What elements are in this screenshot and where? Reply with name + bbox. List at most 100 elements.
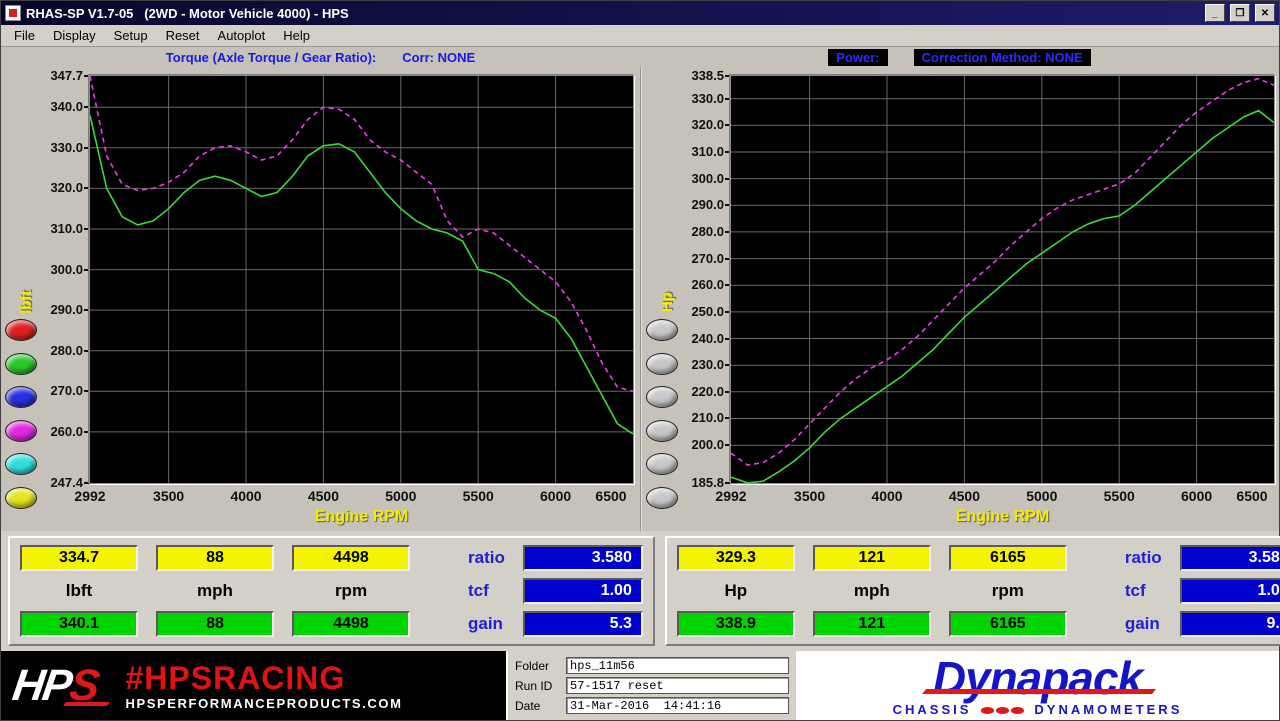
power-x-axis-label: Engine RPM xyxy=(731,508,1274,526)
minimize-button[interactable]: _ xyxy=(1205,4,1225,22)
run-id-row: Run ID xyxy=(515,677,789,694)
power-y-axis-ticks: 338.5330.0320.0310.0300.0290.0280.0270.0… xyxy=(670,76,724,483)
run-info-fields: Folder Run ID Date xyxy=(506,651,796,720)
power-value-box: 329.3 xyxy=(677,545,795,571)
y-tick-label: 240.0 xyxy=(670,331,724,346)
power-speed-box: 121 xyxy=(813,545,931,571)
folder-input[interactable] xyxy=(566,657,789,674)
y-tick-label: 320.0 xyxy=(670,117,724,132)
y-tick-label: 300.0 xyxy=(29,262,83,277)
hps-branding: HPS #HPSRACING HPSPERFORMANCEPRODUCTS.CO… xyxy=(1,651,506,720)
x-tick-label: 5500 xyxy=(1089,488,1149,504)
title-bar: RHAS-SP V1.7-05 (2WD - Motor Vehicle 400… xyxy=(1,1,1279,25)
torque-rpm-unit-label: rpm xyxy=(292,581,410,601)
power-tcf-label: tcf xyxy=(1085,581,1162,601)
torque-speed-box: 88 xyxy=(156,545,274,571)
torque-gain-value: 5.3 xyxy=(523,611,643,637)
x-tick-label: 6500 xyxy=(581,488,641,504)
menu-bar: File Display Setup Reset Autoplot Help xyxy=(1,25,1279,47)
y-tick-label: 310.0 xyxy=(670,144,724,159)
power-header-title: Power: xyxy=(828,49,887,66)
y-tick-label: 230.0 xyxy=(670,357,724,372)
torque-x-axis-ticks: 29923500400045005000550060006500 xyxy=(90,488,633,504)
footer-bar: HPS #HPSRACING HPSPERFORMANCEPRODUCTS.CO… xyxy=(1,651,1279,720)
power-speed-unit-label: mph xyxy=(813,581,931,601)
x-tick-label: 3500 xyxy=(780,488,840,504)
y-tick-label: 290.0 xyxy=(29,302,83,317)
torque-value-box: 334.7 xyxy=(20,545,138,571)
torque-ratio-label: ratio xyxy=(428,548,505,568)
menu-help[interactable]: Help xyxy=(274,26,319,45)
charts-area: lbft 347.7340.0330.0320.0310.0300.0290.0… xyxy=(1,67,1279,531)
torque-value-box-2: 340.1 xyxy=(20,611,138,637)
y-tick-label: 320.0 xyxy=(29,180,83,195)
menu-display[interactable]: Display xyxy=(44,26,105,45)
torque-y-axis-ticks: 347.7340.0330.0320.0310.0300.0290.0280.0… xyxy=(29,76,83,483)
close-button[interactable]: ✕ xyxy=(1255,4,1275,22)
hps-tagline: #HPSRACING HPSPERFORMANCEPRODUCTS.COM xyxy=(115,660,402,711)
y-tick-label: 200.0 xyxy=(670,437,724,452)
hps-logo: HPS xyxy=(9,661,101,711)
power-speed-box-2: 121 xyxy=(813,611,931,637)
menu-file[interactable]: File xyxy=(5,26,44,45)
torque-speed-unit-label: mph xyxy=(156,581,274,601)
torque-correction-status: Corr: NONE xyxy=(402,50,475,65)
x-tick-label: 4000 xyxy=(857,488,917,504)
power-chart-panel: Hp 338.5330.0320.0310.0300.0290.0280.027… xyxy=(640,67,1279,531)
torque-x-axis-label: Engine RPM xyxy=(90,508,633,526)
y-tick-label: 280.0 xyxy=(29,343,83,358)
power-rpm-unit-label: rpm xyxy=(949,581,1067,601)
menu-reset[interactable]: Reset xyxy=(157,26,209,45)
torque-speed-box-2: 88 xyxy=(156,611,274,637)
x-tick-label: 4500 xyxy=(293,488,353,504)
y-tick-label: 338.5 xyxy=(670,68,724,83)
run-id-label: Run ID xyxy=(515,679,561,693)
power-unit-label: Hp xyxy=(677,581,795,601)
power-readout-panel: 329.3 121 6165 ratio 3.580 Hp mph rpm tc… xyxy=(665,536,1280,646)
power-plot-svg xyxy=(731,76,1274,483)
power-rpm-box: 6165 xyxy=(949,545,1067,571)
hps-website: HPSPERFORMANCEPRODUCTS.COM xyxy=(125,696,402,711)
power-ratio-label: ratio xyxy=(1085,548,1162,568)
x-tick-label: 2992 xyxy=(701,488,761,504)
hps-hashtag: #HPSRACING xyxy=(125,660,402,696)
folder-label: Folder xyxy=(515,659,561,673)
hps-logo-s: S xyxy=(67,661,101,710)
menu-setup[interactable]: Setup xyxy=(105,26,157,45)
power-plot-area[interactable] xyxy=(730,75,1275,484)
torque-unit-label: lbft xyxy=(20,581,138,601)
x-tick-label: 4000 xyxy=(216,488,276,504)
hps-logo-hp: HP xyxy=(10,661,74,710)
date-row: Date xyxy=(515,697,789,714)
x-tick-label: 6000 xyxy=(526,488,586,504)
x-tick-label: 5000 xyxy=(1012,488,1072,504)
torque-plot-area[interactable] xyxy=(89,75,634,484)
y-tick-label: 270.0 xyxy=(670,251,724,266)
run-id-input[interactable] xyxy=(566,677,789,694)
torque-ratio-value: 3.580 xyxy=(523,545,643,571)
y-tick-label: 260.0 xyxy=(29,424,83,439)
chart-headers: Torque (Axle Torque / Gear Ratio): Corr:… xyxy=(1,47,1279,67)
menu-autoplot[interactable]: Autoplot xyxy=(209,26,275,45)
x-tick-label: 4500 xyxy=(934,488,994,504)
power-header: Power: Correction Method: NONE xyxy=(640,47,1279,67)
readouts-strip: 334.7 88 4498 ratio 3.580 lbft mph rpm t… xyxy=(1,531,1279,651)
y-tick-label: 270.0 xyxy=(29,383,83,398)
torque-plot-svg xyxy=(90,76,633,483)
power-ratio-value: 3.580 xyxy=(1180,545,1280,571)
power-gain-value: 9.5 xyxy=(1180,611,1280,637)
torque-tcf-label: tcf xyxy=(428,581,505,601)
power-tcf-value: 1.00 xyxy=(1180,578,1280,604)
x-tick-label: 6500 xyxy=(1222,488,1280,504)
x-tick-label: 5500 xyxy=(448,488,508,504)
maximize-button[interactable]: ❐ xyxy=(1230,4,1250,22)
torque-gain-label: gain xyxy=(428,614,505,634)
power-correction-status: Correction Method: NONE xyxy=(914,49,1091,66)
power-value-box-2: 338.9 xyxy=(677,611,795,637)
torque-chart-panel: lbft 347.7340.0330.0320.0310.0300.0290.0… xyxy=(1,67,640,531)
y-tick-label: 340.0 xyxy=(29,99,83,114)
date-input[interactable] xyxy=(566,697,789,714)
dynapack-subtitle: CHASSIS DYNAMOMETERS xyxy=(893,702,1183,717)
window-title: RHAS-SP V1.7-05 (2WD - Motor Vehicle 400… xyxy=(26,6,1200,21)
date-label: Date xyxy=(515,699,561,713)
